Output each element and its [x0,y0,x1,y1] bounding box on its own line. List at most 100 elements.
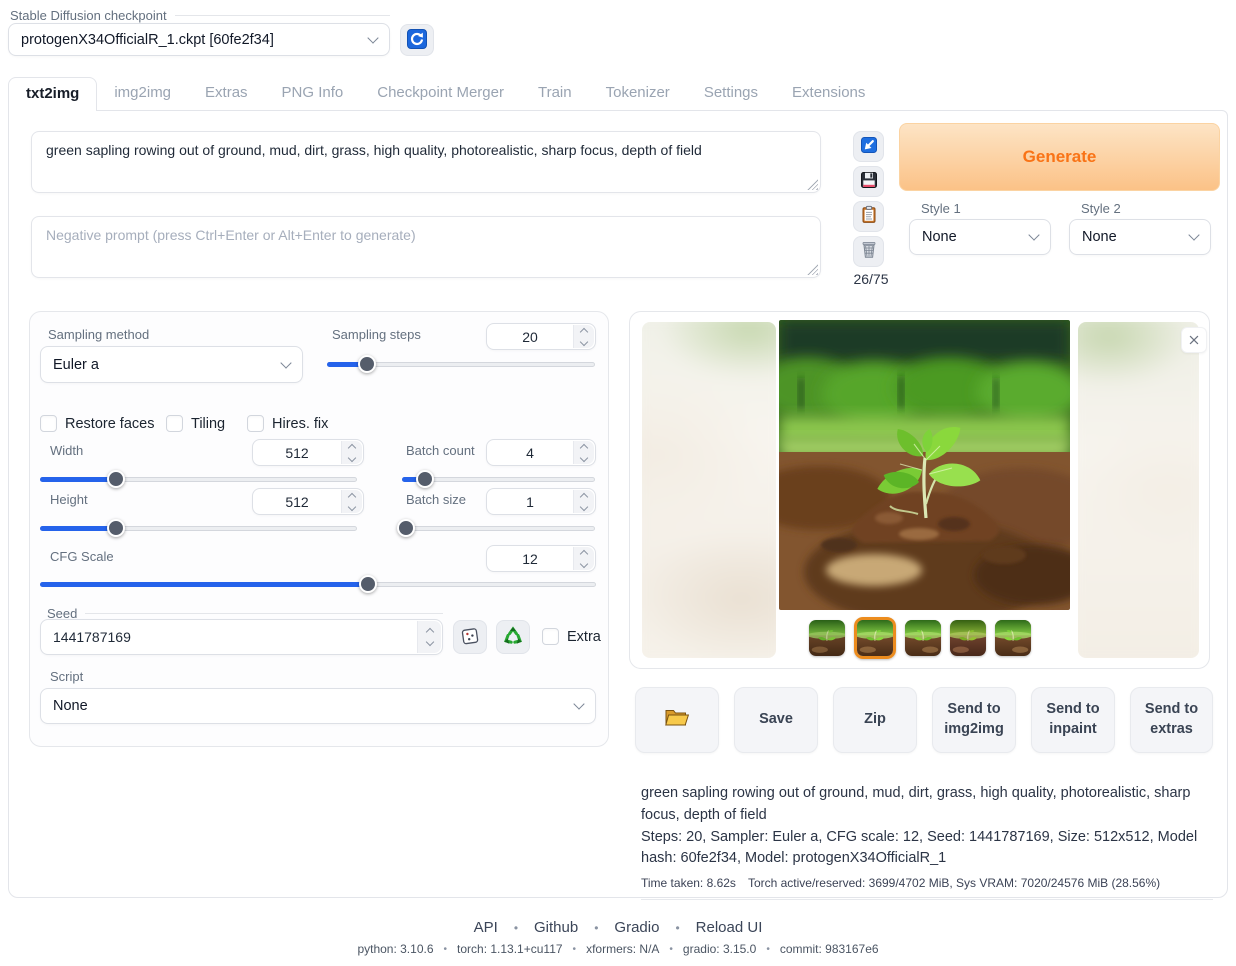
refresh-icon [406,28,428,53]
sampling-steps-input[interactable] [486,323,596,350]
gallery-blur-right [1078,322,1199,658]
trash-can-icon [859,240,879,263]
height-slider[interactable] [40,519,357,537]
tab-extras[interactable]: Extras [188,77,265,110]
footer-link-github[interactable]: Github [534,919,578,936]
tab-img2img[interactable]: img2img [97,77,188,110]
stepper-icon[interactable] [573,547,594,570]
generation-info: green sapling rowing out of ground, mud,… [641,783,1213,900]
height-input[interactable] [252,488,364,515]
tab-extensions[interactable]: Extensions [775,77,882,110]
sampling-steps-slider[interactable] [327,355,595,373]
batch-size-slider[interactable] [402,519,595,537]
stepper-icon[interactable] [573,490,594,513]
sampling-method-label: Sampling method [48,327,149,342]
clipboard-icon [859,205,879,228]
footer-links: API• Github• Gradio• Reload UI [0,919,1236,936]
send-to-inpaint-button[interactable]: Send to inpaint [1031,687,1115,753]
footer-link-gradio[interactable]: Gradio [614,919,659,936]
stepper-icon[interactable] [417,621,441,653]
refresh-checkpoints-button[interactable] [400,24,434,56]
stepper-icon[interactable] [341,441,362,464]
parameters-panel: Sampling method Euler a Sampling steps R… [29,311,609,747]
slider-thumb[interactable] [359,575,377,593]
chevron-down-icon [280,357,291,368]
save-button[interactable]: Save [734,687,818,753]
slider-thumb[interactable] [416,470,434,488]
gallery-thumbnail[interactable] [905,620,941,656]
width-label: Width [50,443,83,458]
slider-thumb[interactable] [107,519,125,537]
batch-size-input[interactable] [486,488,596,515]
hires-fix-checkbox[interactable]: Hires. fix [247,415,328,432]
negative-prompt-input[interactable] [31,216,821,278]
clear-prompt-button[interactable] [853,236,884,267]
script-label: Script [50,669,83,684]
gallery-blur-left [642,322,776,658]
open-folder-button[interactable] [635,687,719,753]
sampling-method-dropdown[interactable]: Euler a [40,346,303,383]
gallery-thumbnail[interactable] [950,620,986,656]
generate-button[interactable]: Generate [899,123,1220,191]
style2-dropdown[interactable]: None [1069,219,1211,255]
gallery-thumbnail[interactable] [995,620,1031,656]
footer-versions: python: 3.10.6• torch: 1.13.1+cu117• xfo… [0,942,1236,956]
slider-thumb[interactable] [397,519,415,537]
tiling-checkbox[interactable]: Tiling [166,415,225,432]
send-to-img2img-button[interactable]: Send to img2img [932,687,1016,753]
gallery-thumbnails [630,615,1209,661]
height-label: Height [50,492,88,507]
batch-size-label: Batch size [406,492,466,507]
checkpoint-dropdown[interactable]: protogenX34OfficialR_1.ckpt [60fe2f34] [8,23,390,56]
close-icon [1187,333,1201,347]
tab-settings[interactable]: Settings [687,77,775,110]
recycle-icon [503,626,523,649]
width-slider[interactable] [40,470,357,488]
checkpoint-label: Stable Diffusion checkpoint [10,8,390,23]
tab-tokenizer[interactable]: Tokenizer [589,77,687,110]
cfg-scale-input[interactable] [486,545,596,572]
paste-params-button[interactable] [853,131,884,162]
tab-png-info[interactable]: PNG Info [265,77,361,110]
restore-faces-checkbox[interactable]: Restore faces [40,415,154,432]
footer-link-api[interactable]: API [474,919,498,936]
zip-button[interactable]: Zip [833,687,917,753]
apply-style-button[interactable] [853,201,884,232]
style1-value: None [922,229,957,245]
extra-seed-checkbox[interactable]: Extra [542,628,601,645]
width-input[interactable] [252,439,364,466]
folder-icon [664,706,690,735]
down-left-arrow-icon [859,135,879,158]
sampling-steps-label: Sampling steps [332,327,421,342]
gallery-thumbnail[interactable] [809,620,845,656]
style1-dropdown[interactable]: None [909,219,1051,255]
generated-image[interactable] [779,320,1070,610]
random-seed-button[interactable] [453,620,487,654]
tab-checkpoint-merger[interactable]: Checkpoint Merger [360,77,521,110]
stepper-icon[interactable] [341,490,362,513]
footer-link-reload-ui[interactable]: Reload UI [696,919,763,936]
gallery-thumbnail[interactable] [854,617,896,659]
prompt-input[interactable]: green sapling rowing out of ground, mud,… [31,131,821,193]
slider-thumb[interactable] [107,470,125,488]
floppy-disk-icon [859,170,879,193]
info-params-text: Steps: 20, Sampler: Euler a, CFG scale: … [641,827,1213,871]
batch-count-slider[interactable] [402,470,595,488]
stepper-icon[interactable] [573,441,594,464]
seed-input[interactable] [40,619,443,655]
batch-count-input[interactable] [486,439,596,466]
stepper-icon[interactable] [573,325,594,348]
script-dropdown[interactable]: None [40,688,596,724]
gallery-panel [629,311,1210,669]
slider-thumb[interactable] [358,355,376,373]
cfg-scale-slider[interactable] [40,575,596,593]
close-gallery-button[interactable] [1181,327,1207,353]
send-to-extras-button[interactable]: Send to extras [1130,687,1213,753]
tab-txt2img[interactable]: txt2img [8,77,97,111]
cfg-scale-label: CFG Scale [50,549,114,564]
style2-label: Style 2 [1081,201,1121,216]
save-style-button[interactable] [853,166,884,197]
tab-train[interactable]: Train [521,77,589,110]
reuse-seed-button[interactable] [496,620,530,654]
main-tabbar: txt2img img2img Extras PNG Info Checkpoi… [8,77,882,111]
